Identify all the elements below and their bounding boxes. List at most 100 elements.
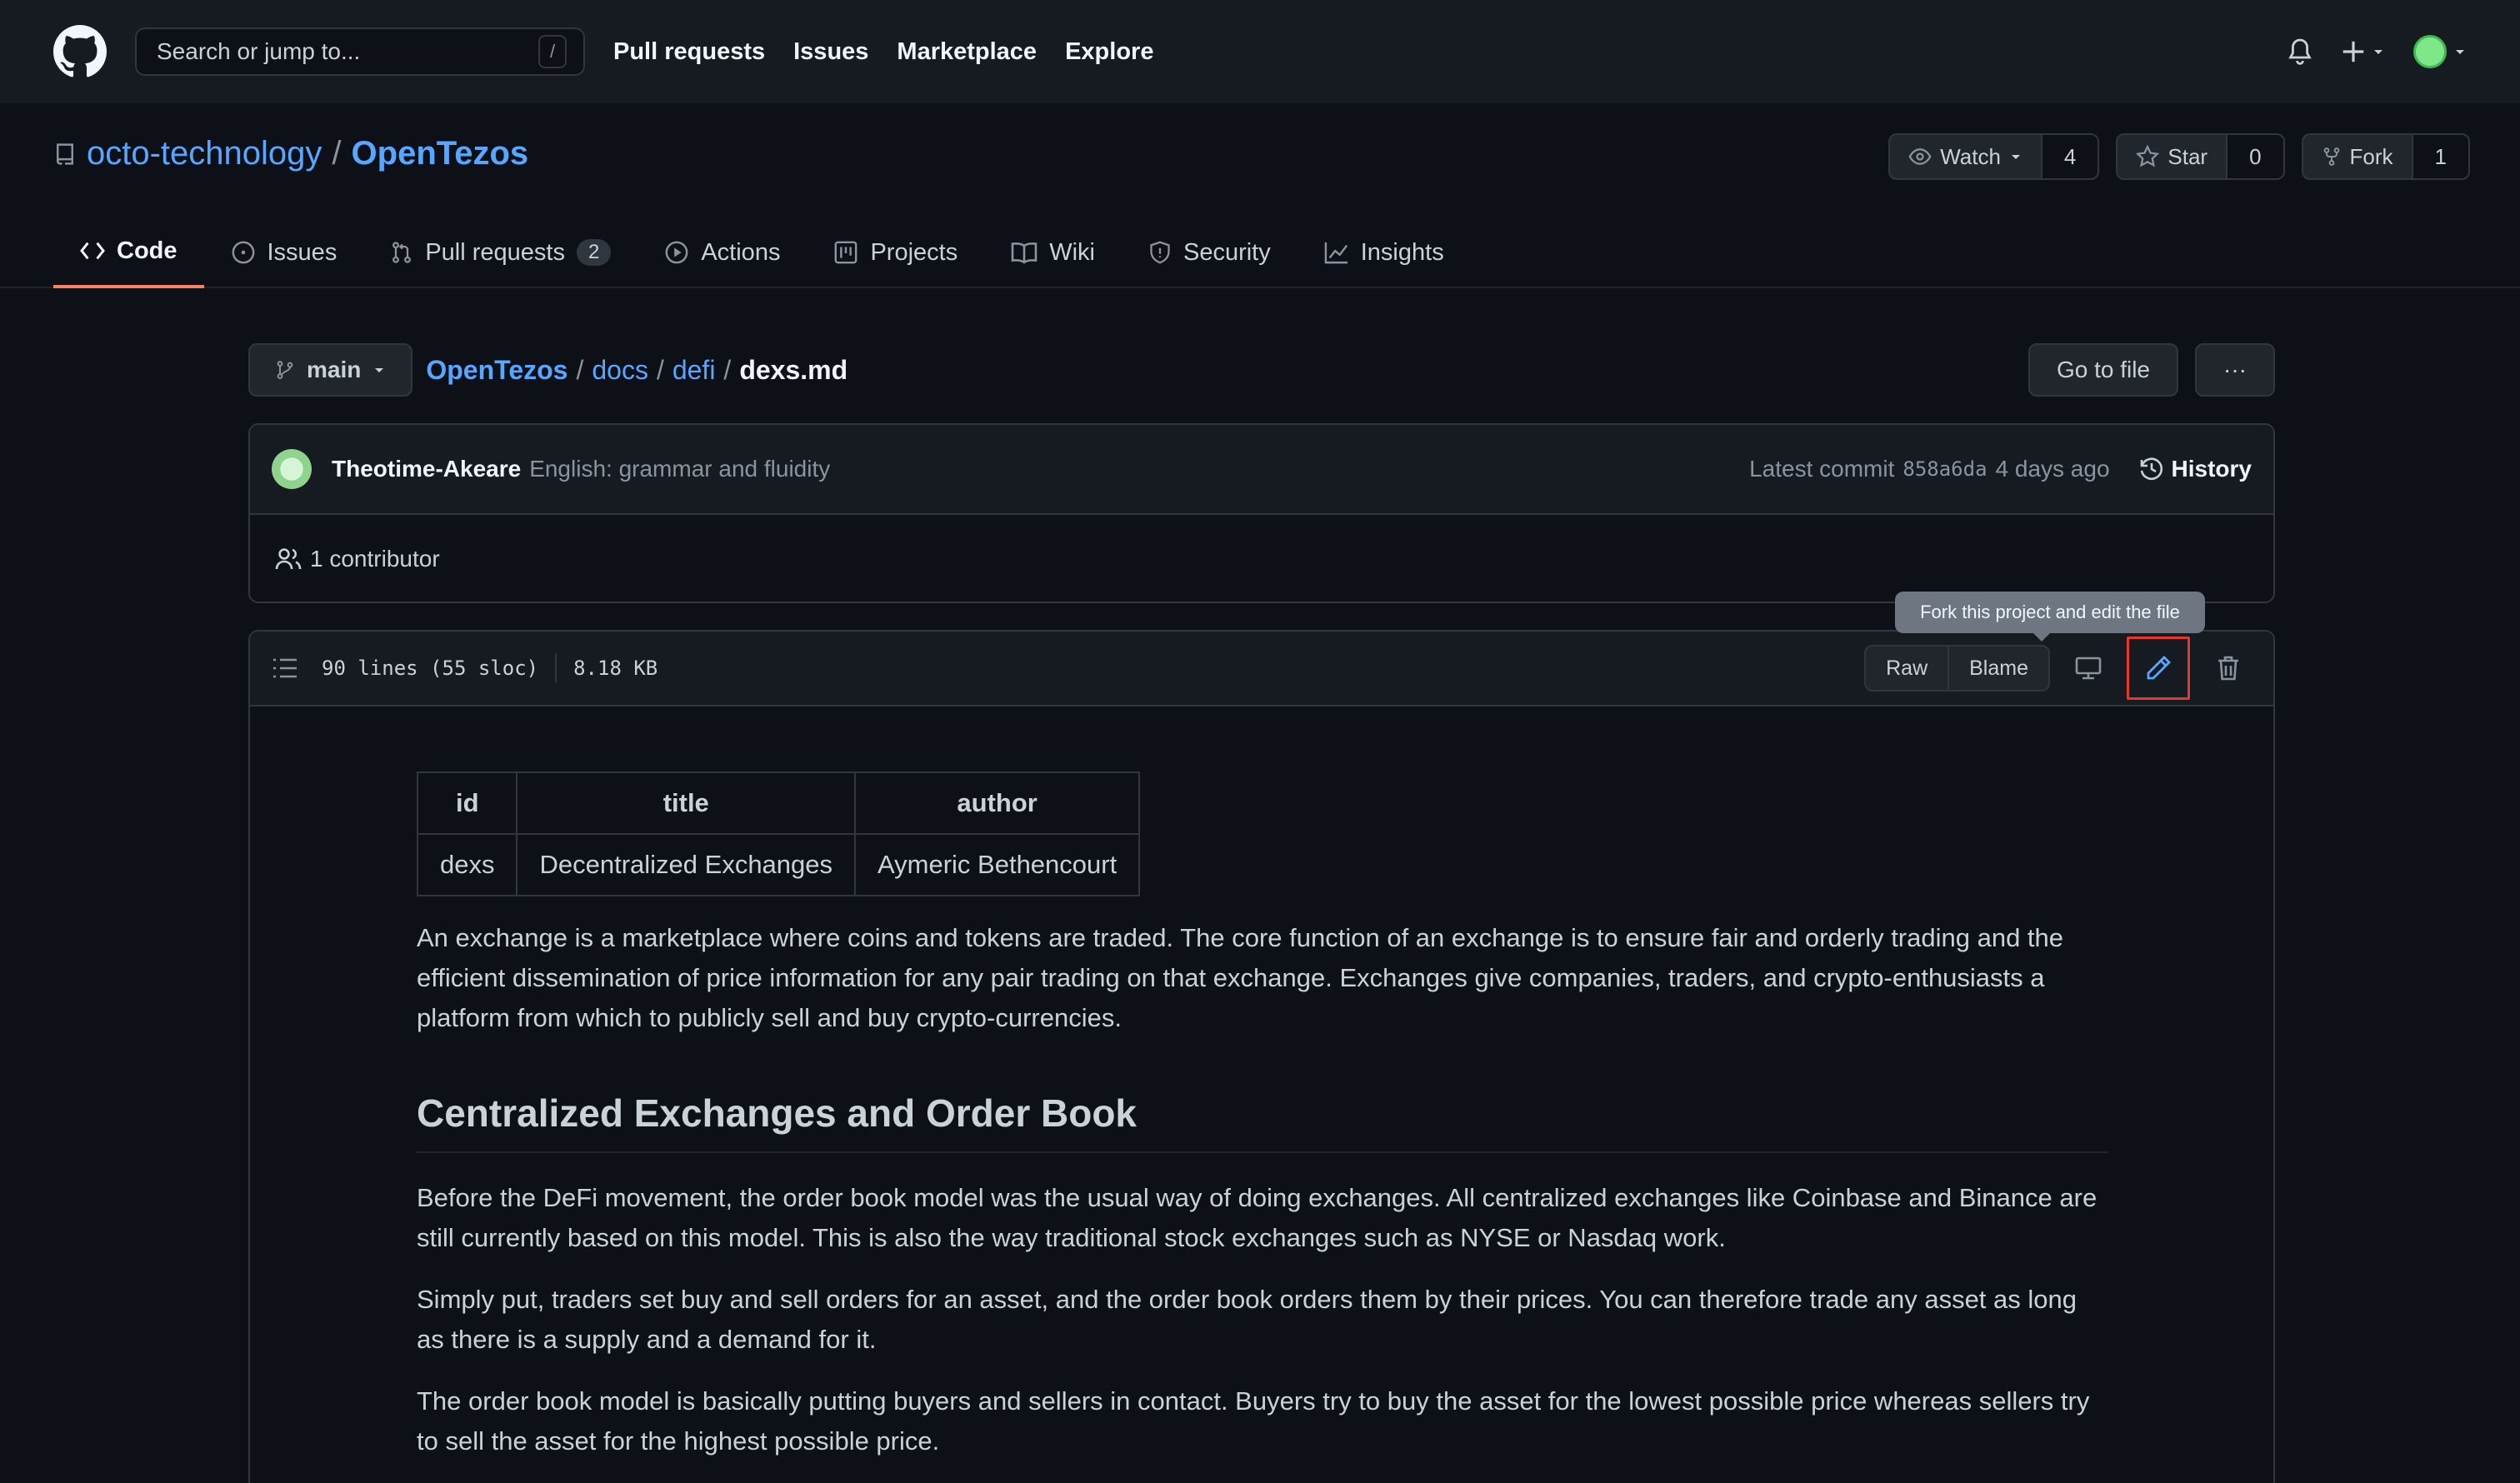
- fork-button[interactable]: Fork: [2303, 135, 2413, 178]
- desktop-icon: [2075, 657, 2102, 680]
- nav-issues[interactable]: Issues: [793, 38, 868, 66]
- latest-commit-label: Latest commit: [1749, 456, 1895, 482]
- breadcrumb-docs[interactable]: docs: [592, 355, 648, 386]
- tab-projects[interactable]: Projects: [807, 217, 984, 288]
- book-icon: [1011, 242, 1038, 264]
- repo-tabs: Code Issues Pull requests 2 Actions Proj…: [53, 217, 1471, 288]
- breadcrumb-file: dexs.md: [739, 354, 848, 385]
- nav-explore[interactable]: Explore: [1065, 38, 1153, 66]
- breadcrumb-separator: /: [576, 354, 584, 385]
- star-button[interactable]: Star: [2118, 135, 2228, 178]
- breadcrumb-defi[interactable]: defi: [672, 355, 716, 386]
- watch-count[interactable]: 4: [2042, 135, 2098, 178]
- tab-label: Actions: [701, 238, 781, 266]
- breadcrumb: OpenTezos / docs / defi / dexs.md: [426, 355, 848, 386]
- github-logo-icon[interactable]: [53, 25, 107, 78]
- pull-request-icon: [392, 242, 412, 263]
- delete-file-button[interactable]: [2205, 645, 2252, 692]
- slash-shortcut-key: /: [538, 35, 567, 68]
- repo-name-link[interactable]: OpenTezos: [352, 135, 529, 172]
- star-count[interactable]: 0: [2228, 135, 2283, 178]
- tab-label: Issues: [267, 238, 338, 266]
- outline-list-icon[interactable]: [272, 657, 298, 680]
- table-row: dexs Decentralized Exchanges Aymeric Bet…: [416, 833, 1141, 896]
- breadcrumb-root[interactable]: OpenTezos: [426, 355, 568, 386]
- tab-label: Security: [1182, 238, 1271, 266]
- table-header-cell: id: [416, 771, 518, 835]
- caret-down-icon: [375, 368, 384, 372]
- frontmatter-table: id title author dexs Decentralized Excha…: [416, 771, 1141, 896]
- edit-file-button[interactable]: [2127, 637, 2190, 700]
- nav-marketplace[interactable]: Marketplace: [897, 38, 1037, 66]
- repo-header: octo-technology / OpenTezos Watch 4 Star: [0, 103, 2520, 288]
- global-header: Search or jump to... / Pull requests Iss…: [0, 0, 2520, 103]
- table-header-cell: title: [516, 771, 857, 835]
- branch-selector[interactable]: main: [248, 343, 413, 397]
- tab-label: Wiki: [1049, 238, 1095, 266]
- file-line-count: 90 lines (55 sloc): [322, 657, 539, 680]
- tab-label: Insights: [1360, 238, 1444, 266]
- table-header-cell: author: [854, 771, 1141, 835]
- commit-box: Theotime-Akeare English: grammar and flu…: [248, 423, 2275, 603]
- go-to-file-button[interactable]: Go to file: [2028, 343, 2179, 397]
- watch-button-group: Watch 4: [1888, 133, 2100, 180]
- graph-icon: [1324, 242, 1348, 264]
- branch-name: main: [307, 357, 362, 382]
- tab-actions[interactable]: Actions: [638, 217, 807, 288]
- blame-button[interactable]: Blame: [1948, 647, 2048, 690]
- fork-icon: [2323, 147, 2339, 166]
- markdown-body: id title author dexs Decentralized Excha…: [416, 771, 2108, 1483]
- edit-tooltip: Fork this project and edit the file: [1895, 592, 2205, 642]
- watch-button[interactable]: Watch: [1890, 135, 2042, 178]
- avatar: [2413, 35, 2447, 68]
- table-header-row: id title author: [416, 771, 1141, 835]
- kebab-horizontal-icon: ···: [2223, 357, 2247, 382]
- repo-icon: [57, 142, 73, 165]
- breadcrumb-separator: /: [723, 354, 732, 385]
- paragraph: The order book model is basically puttin…: [417, 1386, 2090, 1456]
- pull-request-counter: 2: [576, 239, 612, 266]
- code-icon: [80, 242, 105, 260]
- table-cell: Decentralized Exchanges: [516, 833, 857, 896]
- tab-security[interactable]: Security: [1122, 217, 1298, 288]
- tab-label: Pull requests: [425, 238, 565, 266]
- repo-owner-link[interactable]: octo-technology: [87, 135, 322, 172]
- raw-blame-group: Raw Blame: [1864, 645, 2050, 692]
- search-input[interactable]: Search or jump to... /: [135, 27, 585, 76]
- paragraph: Simply put, traders set buy and sell ord…: [417, 1285, 2077, 1354]
- table-cell: dexs: [416, 833, 518, 896]
- breadcrumb-separator: /: [656, 354, 664, 385]
- paragraph: An exchange is a marketplace where coins…: [417, 923, 2064, 1032]
- nav-pull-requests[interactable]: Pull requests: [613, 38, 765, 66]
- contributors-row[interactable]: 1 contributor: [250, 515, 2273, 603]
- more-options-button[interactable]: ···: [2195, 343, 2275, 397]
- avatar[interactable]: [272, 449, 312, 489]
- raw-button[interactable]: Raw: [1866, 647, 1948, 690]
- tab-issues[interactable]: Issues: [204, 217, 364, 288]
- fork-count[interactable]: 1: [2412, 135, 2468, 178]
- repo-separator: /: [332, 135, 342, 172]
- repo-title: octo-technology / OpenTezos: [53, 135, 528, 172]
- trash-icon: [2218, 656, 2238, 681]
- tab-label: Projects: [870, 238, 958, 266]
- file-path-row: main OpenTezos / docs / defi / dexs.md G…: [248, 343, 2275, 397]
- tab-code[interactable]: Code: [53, 217, 204, 288]
- file-size: 8.18 KB: [573, 657, 658, 680]
- bell-icon[interactable]: [2287, 37, 2313, 66]
- eye-icon: [1908, 148, 1932, 165]
- star-button-group: Star 0: [2116, 133, 2285, 180]
- search-placeholder: Search or jump to...: [157, 38, 361, 64]
- desktop-button[interactable]: [2065, 645, 2112, 692]
- tab-pull-requests[interactable]: Pull requests 2: [363, 217, 638, 288]
- user-menu[interactable]: [2413, 35, 2467, 68]
- commit-time: 4 days ago: [1995, 456, 2110, 482]
- tab-wiki[interactable]: Wiki: [984, 217, 1122, 288]
- tab-insights[interactable]: Insights: [1298, 217, 1471, 288]
- section-heading: Centralized Exchanges and Order Book: [417, 1090, 2108, 1153]
- paragraph: Before the DeFi movement, the order book…: [417, 1183, 2098, 1252]
- create-new-dropdown[interactable]: [2342, 40, 2385, 63]
- commit-sha-link[interactable]: 858a6da: [1902, 457, 1987, 481]
- commit-message-link[interactable]: English: grammar and fluidity: [529, 456, 830, 482]
- commit-author-link[interactable]: Theotime-Akeare: [332, 456, 521, 482]
- history-link[interactable]: History: [2138, 456, 2252, 482]
